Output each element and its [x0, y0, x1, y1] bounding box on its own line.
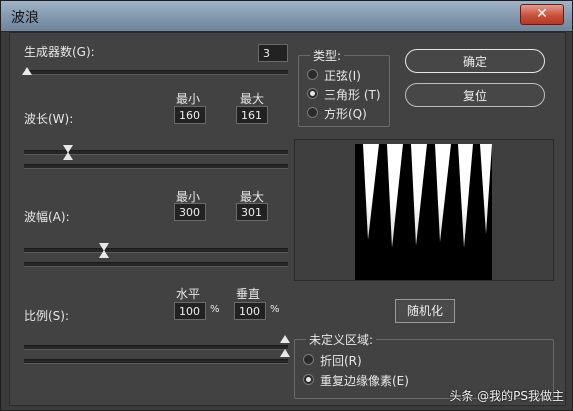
- scale-horizontal-slider-thumb[interactable]: [280, 335, 290, 343]
- wavelength-max-slider-track[interactable]: [24, 164, 288, 169]
- scale-vertical-unit: %: [270, 304, 280, 315]
- reset-button[interactable]: 复位: [405, 83, 545, 107]
- radio-sine[interactable]: [307, 69, 318, 80]
- wavelength-max-header: 最大: [240, 92, 265, 106]
- scale-vertical-field[interactable]: 100: [234, 302, 266, 320]
- radio-repeat-edge-pixels-label[interactable]: 重复边缘像素(E): [320, 372, 409, 389]
- wave-dialog: 波浪 ✕ 生成器数(G): 3 最小 最大 波长(W): 160 161 最小 …: [0, 0, 573, 411]
- amplitude-max-slider-thumb[interactable]: [99, 250, 110, 258]
- wavelength-max-field[interactable]: 161: [236, 106, 268, 124]
- randomize-button[interactable]: 随机化: [395, 299, 455, 323]
- wavelength-min-header: 最小: [176, 92, 201, 106]
- type-group-title: 类型:: [310, 47, 345, 64]
- radio-triangle[interactable]: [307, 88, 318, 99]
- scale-horizontal-field[interactable]: 100: [174, 302, 206, 320]
- radio-triangle-label[interactable]: 三角形 (T): [324, 86, 381, 103]
- generators-label: 生成器数(G):: [24, 45, 95, 59]
- generators-slider-track[interactable]: [24, 70, 288, 75]
- scale-horizontal-header: 水平: [176, 287, 201, 301]
- scale-vertical-slider-track[interactable]: [24, 359, 288, 364]
- radio-repeat-edge-pixels[interactable]: [303, 374, 314, 385]
- amplitude-label: 波幅(A):: [24, 210, 70, 224]
- generators-field[interactable]: 3: [258, 44, 288, 62]
- amplitude-max-slider-track[interactable]: [24, 262, 288, 267]
- amplitude-min-field[interactable]: 300: [174, 203, 206, 221]
- radio-wrap-around[interactable]: [303, 354, 314, 365]
- generators-slider-thumb[interactable]: [22, 67, 32, 75]
- scale-label: 比例(S):: [24, 309, 70, 323]
- amplitude-min-slider-track[interactable]: [24, 248, 288, 253]
- scale-vertical-header: 垂直: [236, 287, 261, 301]
- wavelength-max-slider-thumb[interactable]: [63, 152, 74, 160]
- radio-sine-label[interactable]: 正弦(I): [324, 67, 361, 84]
- close-button[interactable]: ✕: [520, 4, 564, 25]
- scale-horizontal-slider-track[interactable]: [24, 345, 288, 350]
- wavelength-label: 波长(W):: [24, 112, 74, 126]
- radio-square[interactable]: [307, 107, 318, 118]
- watermark-text: 头条 @我的PS我做主: [449, 389, 564, 403]
- undefined-areas-title: 未定义区域:: [306, 331, 377, 348]
- radio-wrap-around-label[interactable]: 折回(R): [320, 352, 362, 369]
- title-bar[interactable]: 波浪 ✕: [1, 1, 572, 32]
- scale-horizontal-unit: %: [210, 304, 220, 315]
- wavelength-min-field[interactable]: 160: [174, 106, 206, 124]
- dialog-body: 生成器数(G): 3 最小 最大 波长(W): 160 161 最小 最大 波幅…: [9, 32, 566, 406]
- amplitude-max-field[interactable]: 301: [236, 203, 268, 221]
- scale-vertical-slider-thumb[interactable]: [280, 349, 290, 357]
- radio-square-label[interactable]: 方形(Q): [324, 105, 367, 122]
- close-icon: ✕: [536, 6, 548, 22]
- dialog-title: 波浪: [11, 10, 39, 26]
- wave-preview-image: [355, 144, 492, 280]
- preview-panel: [294, 139, 554, 281]
- ok-button[interactable]: 确定: [405, 49, 545, 73]
